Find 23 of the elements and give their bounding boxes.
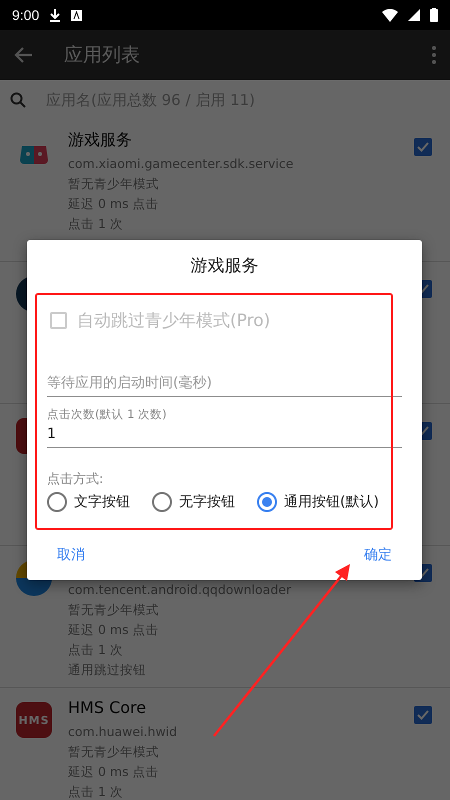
wifi-icon: [382, 8, 398, 22]
screen-title: 应用列表: [64, 43, 141, 68]
more-menu-icon[interactable]: [432, 46, 436, 64]
battery-icon: [430, 8, 438, 22]
radio-option[interactable]: 通用按钮(默认): [257, 492, 379, 512]
download-icon: [49, 8, 62, 22]
checkbox[interactable]: [414, 138, 432, 156]
checkbox[interactable]: [414, 706, 432, 724]
field-label: 点击次数(默认 1 次数): [47, 407, 168, 422]
signal-icon: [408, 9, 420, 21]
back-arrow-icon[interactable]: [14, 45, 34, 65]
radio-option[interactable]: 文字按钮: [47, 492, 130, 512]
section-label: 点击方式:: [47, 471, 104, 488]
radio-option[interactable]: 无字按钮: [152, 492, 235, 512]
app-name: 游戏服务: [68, 130, 133, 151]
checkmark-icon: [417, 710, 429, 720]
search-icon: [10, 92, 26, 108]
checkmark-icon: [417, 142, 429, 152]
notification-icon: [71, 10, 82, 20]
status-time: 9:00: [12, 7, 40, 23]
checkbox-label: 自动跳过青少年模式(Pro): [77, 310, 270, 332]
icon-label: HMS: [18, 714, 50, 726]
app-name: HMS Core: [68, 698, 148, 719]
